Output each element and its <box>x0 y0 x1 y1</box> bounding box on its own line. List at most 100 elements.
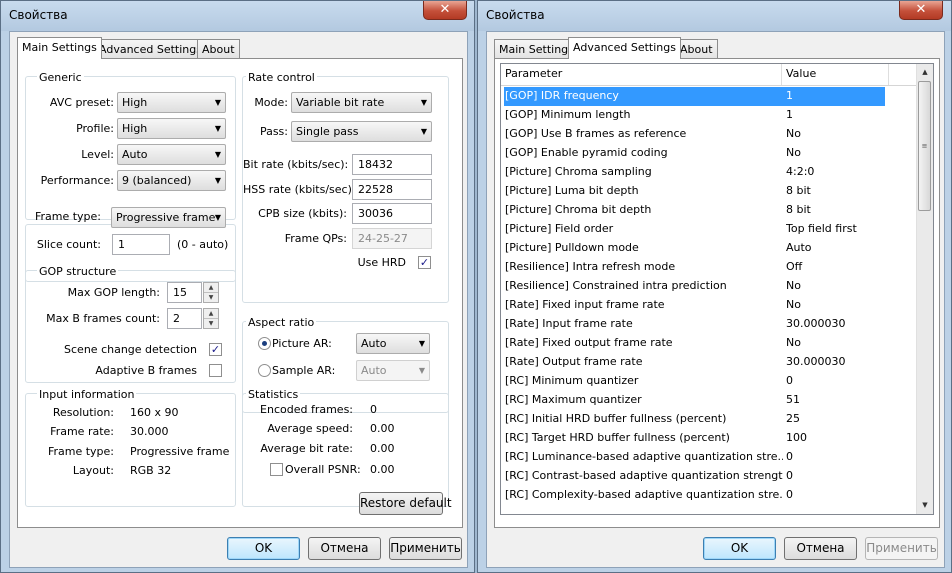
column-value[interactable]: Value <box>782 64 889 85</box>
resolution-label: Resolution: <box>52 406 114 419</box>
mode-label: Mode: <box>254 96 288 109</box>
apply-button: Применить <box>865 537 938 560</box>
frame-qps-input: 24-25-27 <box>352 228 432 249</box>
down-arrow-icon[interactable]: ▼ <box>204 292 218 302</box>
parameter-list[interactable]: Parameter Value [GOP] IDR frequency 1 [GOP… <box>500 63 934 515</box>
parameter-value: Off <box>786 260 803 273</box>
slice-count-label: Slice count: <box>36 238 101 251</box>
list-item[interactable]: [GOP] Minimum length 1 <box>504 106 885 125</box>
max-b-label: Max B frames count: <box>46 312 160 325</box>
list-item[interactable]: [Picture] Chroma sampling 4:2:0 <box>504 163 885 182</box>
ok-button[interactable]: OK <box>703 537 776 560</box>
down-arrow-icon[interactable]: ▼ <box>204 318 218 328</box>
column-parameter[interactable]: Parameter <box>501 64 782 85</box>
parameter-value: No <box>786 298 801 311</box>
scroll-up-icon[interactable]: ▲ <box>917 64 933 81</box>
close-button[interactable]: ✕ <box>423 1 467 20</box>
bit-rate-input[interactable]: 18432 <box>352 154 432 175</box>
picture-ar-radio[interactable] <box>258 337 271 350</box>
parameter-name: [Rate] Output frame rate <box>505 355 643 368</box>
performance-select[interactable]: 9 (balanced) ▼ <box>117 170 226 191</box>
apply-button[interactable]: Применить <box>389 537 462 560</box>
list-item[interactable]: [Rate] Output frame rate 30.000030 <box>504 353 885 372</box>
mode-select[interactable]: Variable bit rate ▼ <box>291 92 432 113</box>
tab-main-settings[interactable]: Main Settings <box>494 39 579 59</box>
picture-ar-select[interactable]: Auto ▼ <box>356 333 430 354</box>
tab-advanced-settings[interactable]: Advanced Settings <box>568 37 681 59</box>
close-button[interactable]: ✕ <box>899 1 943 20</box>
list-item[interactable]: [RC] Initial HRD buffer fullness (percen… <box>504 410 885 429</box>
cancel-button[interactable]: Отмена <box>784 537 857 560</box>
scene-change-checkbox[interactable]: ✓ <box>209 343 222 356</box>
max-gop-input[interactable]: 15 <box>167 282 202 303</box>
pass-select[interactable]: Single pass ▼ <box>291 121 432 142</box>
aspect-ratio-title: Aspect ratio <box>246 316 317 329</box>
layout-label: Layout: <box>72 464 114 477</box>
list-item[interactable]: [Resilience] Constrained intra predictio… <box>504 277 885 296</box>
list-item[interactable]: [Picture] Pulldown mode Auto <box>504 239 885 258</box>
slice-count-input[interactable]: 1 <box>112 234 170 255</box>
adaptive-b-checkbox[interactable] <box>209 364 222 377</box>
list-item[interactable]: [RC] Contrast-based adaptive quantizatio… <box>504 467 885 486</box>
level-select[interactable]: Auto ▼ <box>117 144 226 165</box>
encoded-frames-label: Encoded frames: <box>260 403 353 416</box>
psnr-checkbox[interactable] <box>270 463 283 476</box>
sample-ar-radio[interactable] <box>258 364 271 377</box>
frame-type-select[interactable]: Progressive frame ▼ <box>111 207 226 228</box>
radio-selected-dot <box>262 341 267 346</box>
list-item[interactable]: [Picture] Luma bit depth 8 bit <box>504 182 885 201</box>
ok-button[interactable]: OK <box>227 537 300 560</box>
parameter-name: [RC] Maximum quantizer <box>505 393 642 406</box>
title-bar[interactable]: Свойства ✕ <box>478 1 951 31</box>
performance-label: Performance: <box>40 174 114 187</box>
restore-default-button[interactable]: Restore default <box>359 492 452 515</box>
list-item[interactable]: [Picture] Field order Top field first <box>504 220 885 239</box>
tab-main-settings[interactable]: Main Settings <box>17 37 102 59</box>
list-item[interactable]: [GOP] Use B frames as reference No <box>504 125 885 144</box>
list-item[interactable]: [Rate] Input frame rate 30.000030 <box>504 315 885 334</box>
level-label: Level: <box>81 148 114 161</box>
scroll-thumb[interactable]: ≡ <box>918 81 931 211</box>
list-item[interactable]: [Resilience] Intra refresh mode Off <box>504 258 885 277</box>
list-item[interactable]: [Rate] Fixed input frame rate No <box>504 296 885 315</box>
max-b-input[interactable]: 2 <box>167 308 202 329</box>
cpb-size-input[interactable]: 30036 <box>352 203 432 224</box>
max-gop-stepper[interactable]: ▲ ▼ <box>203 282 219 303</box>
list-item[interactable]: [GOP] Enable pyramid coding No <box>504 144 885 163</box>
parameter-value: No <box>786 279 801 292</box>
hss-rate-input[interactable]: 22528 <box>352 179 432 200</box>
list-item[interactable]: [RC] Maximum quantizer 51 <box>504 391 885 410</box>
list-item[interactable]: [Picture] Chroma bit depth 8 bit <box>504 201 885 220</box>
use-hrd-checkbox[interactable]: ✓ <box>418 256 431 269</box>
list-item[interactable]: [RC] Luminance-based adaptive quantizati… <box>504 448 885 467</box>
tab-about[interactable]: About <box>675 39 718 59</box>
resolution-value: 160 x 90 <box>130 406 179 419</box>
cancel-button[interactable]: Отмена <box>308 537 381 560</box>
up-arrow-icon[interactable]: ▲ <box>204 283 218 292</box>
frame-qps-label: Frame QPs: <box>284 232 347 245</box>
max-b-stepper[interactable]: ▲ ▼ <box>203 308 219 329</box>
layout-value: RGB 32 <box>130 464 172 477</box>
avg-speed-label: Average speed: <box>267 422 353 435</box>
list-item[interactable]: [RC] Target HRD buffer fullness (percent… <box>504 429 885 448</box>
list-item[interactable]: [GOP] IDR frequency 1 <box>504 87 885 106</box>
encoded-frames-value: 0 <box>370 403 377 416</box>
parameter-value: 25 <box>786 412 800 425</box>
picture-ar-label: Picture AR: <box>272 337 332 350</box>
vertical-scrollbar[interactable]: ▲ ≡ ▼ <box>916 64 933 514</box>
list-item[interactable]: [RC] Complexity-based adaptive quantizat… <box>504 486 885 505</box>
parameter-value: 0 <box>786 488 793 501</box>
parameter-value: No <box>786 336 801 349</box>
slice-count-hint: (0 - auto) <box>177 238 229 251</box>
up-arrow-icon[interactable]: ▲ <box>204 309 218 318</box>
tab-advanced-settings[interactable]: Advanced Settings <box>94 39 207 59</box>
list-item[interactable]: [Rate] Fixed output frame rate No <box>504 334 885 353</box>
input-info-title: Input information <box>37 388 137 401</box>
scroll-down-icon[interactable]: ▼ <box>917 497 933 514</box>
tab-about[interactable]: About <box>197 39 240 59</box>
title-bar[interactable]: Свойства ✕ <box>1 1 474 31</box>
list-item[interactable]: [RC] Minimum quantizer 0 <box>504 372 885 391</box>
profile-select[interactable]: High ▼ <box>117 118 226 139</box>
avc-preset-select[interactable]: High ▼ <box>117 92 226 113</box>
parameter-name: [Resilience] Intra refresh mode <box>505 260 676 273</box>
